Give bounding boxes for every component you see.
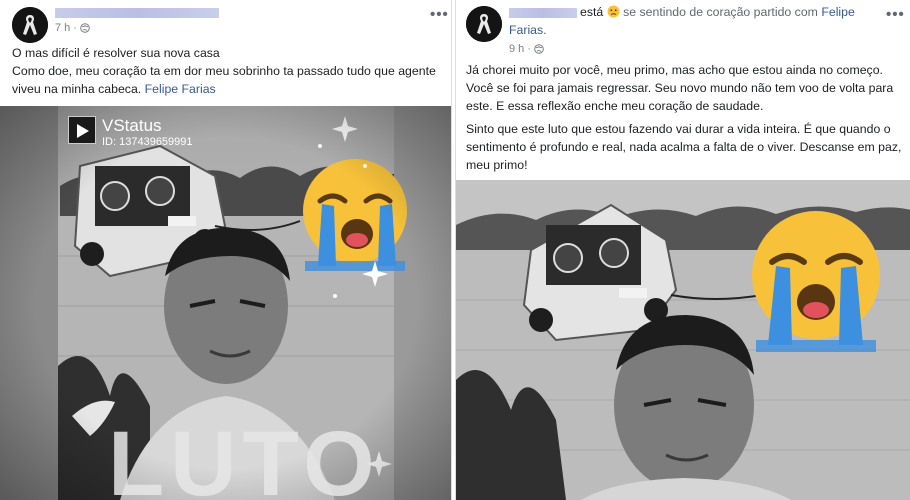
feeling-text: se sentindo de coração partido com	[623, 5, 818, 19]
post-text: Já chorei muito por você, meu primo, mas…	[466, 62, 906, 175]
luto-overlay-text: LUTO	[108, 413, 381, 500]
profile-name-blurred[interactable]	[55, 8, 219, 18]
post-time[interactable]: 9 h	[509, 43, 524, 55]
status-header: está se sentindo de coração partido com …	[580, 4, 880, 21]
mourning-ribbon-icon	[12, 7, 48, 43]
right-post: está se sentindo de coração partido com …	[455, 0, 910, 500]
post-time[interactable]: 7 h	[55, 22, 70, 34]
tagged-person-link[interactable]: Felipe Farias	[145, 82, 216, 96]
heartbroken-emoji-icon	[607, 5, 620, 18]
tagged-person-link-continued[interactable]: Farias.	[509, 22, 547, 39]
post-meta: 9 h ·	[509, 43, 544, 55]
post-photo[interactable]	[456, 180, 910, 500]
post-line: Como doe, meu coração ta em dor meu sobr…	[12, 63, 436, 78]
tagged-person-link[interactable]: Felipe	[821, 5, 855, 19]
post-meta: 7 h ·	[55, 22, 90, 34]
post-line: O mas difícil é resolver sua nova casa	[12, 46, 220, 60]
post-paragraph: Sinto que este luto que estou fazendo va…	[466, 122, 902, 172]
profile-avatar[interactable]	[466, 6, 502, 42]
post-text: O mas difícil é resolver sua nova casa C…	[12, 45, 442, 98]
more-options-icon[interactable]: •••	[430, 6, 449, 23]
watermark-id: ID: 137439659991	[102, 136, 193, 148]
post-photo[interactable]: VStatus ID: 137439659991 LUTO	[0, 106, 451, 500]
left-post: 7 h · ••• O mas difícil é resolver sua n…	[0, 0, 452, 500]
vstatus-watermark: VStatus ID: 137439659991	[68, 116, 193, 148]
watermark-title: VStatus	[102, 116, 162, 135]
profile-name-blurred[interactable]	[509, 8, 577, 18]
globe-icon	[534, 44, 544, 54]
globe-icon	[80, 23, 90, 33]
photo-image	[456, 180, 910, 500]
status-verb: está	[580, 5, 604, 19]
vstatus-logo-icon	[68, 116, 96, 144]
profile-avatar[interactable]	[12, 7, 48, 43]
more-options-icon[interactable]: •••	[886, 6, 905, 23]
mourning-ribbon-icon	[466, 6, 502, 42]
post-paragraph: Já chorei muito por você, meu primo, mas…	[466, 63, 894, 113]
post-line: viveu na minha cabeca. Felipe Farias	[12, 81, 216, 96]
